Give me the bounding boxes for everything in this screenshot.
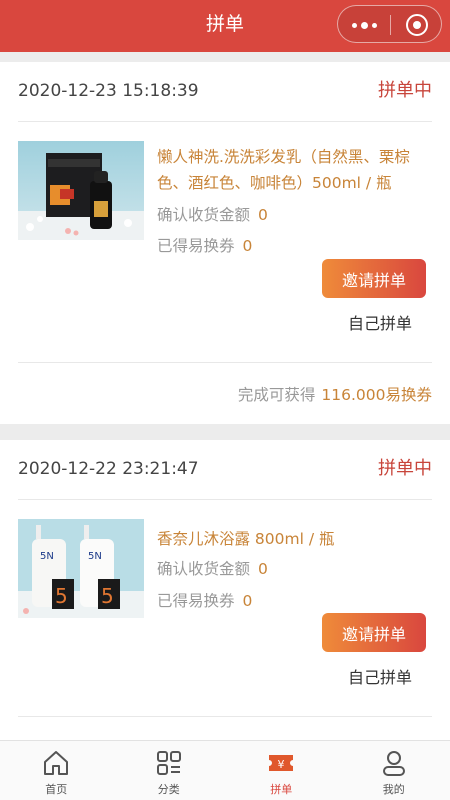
order-card: 2020-12-22 23:21:47 拼单中 5N 5N 5 5 香奈儿沐浴露… [0, 440, 450, 740]
order-card: 2020-12-23 15:18:39 拼单中 懒人神洗.洗洗彩发乳（自然黑、栗… [0, 62, 450, 424]
tab-label: 首页 [45, 783, 68, 796]
svg-text:¥: ¥ [278, 758, 285, 771]
close-miniprogram-icon[interactable] [391, 6, 443, 44]
svg-text:5: 5 [101, 584, 114, 608]
confirm-amount-label: 确认收货金额 [157, 560, 251, 578]
order-time: 2020-12-22 23:21:47 [18, 459, 199, 479]
top-nav-bar: 拼单 [0, 0, 450, 52]
earned-coupons-value: 0 [242, 237, 253, 255]
product-image[interactable] [18, 141, 144, 240]
self-group-button[interactable]: 自己拼单 [330, 312, 430, 336]
more-icon[interactable] [338, 6, 390, 44]
tab-label: 拼单 [270, 783, 293, 796]
confirm-amount-value: 0 [258, 206, 268, 224]
tab-category[interactable]: 分类 [113, 741, 226, 800]
svg-text:5N: 5N [40, 551, 54, 562]
tab-label: 分类 [157, 783, 180, 796]
reward-label: 完成可获得 [237, 386, 316, 404]
order-time: 2020-12-23 15:18:39 [18, 81, 199, 101]
earned-coupons-label: 已得易换券 [157, 592, 235, 610]
product-name[interactable]: 懒人神洗.洗洗彩发乳（自然黑、栗棕色、酒红色、咖啡色）500ml / 瓶 [157, 144, 435, 196]
order-header: 2020-12-22 23:21:47 拼单中 [0, 440, 450, 496]
earned-coupons: 已得易换券 0 [157, 235, 252, 257]
product-name[interactable]: 香奈儿沐浴露 800ml / 瓶 [157, 526, 435, 552]
confirm-amount: 确认收货金额 0 [157, 204, 268, 226]
confirm-amount-label: 确认收货金额 [157, 206, 251, 224]
miniprogram-capsule [337, 5, 442, 43]
category-icon [156, 751, 181, 775]
reward-info: 完成可获得 116.000易换券 [238, 384, 432, 406]
reward-value: 116.000易换券 [321, 386, 432, 404]
bottom-tab-bar: 首页 分类 ¥ 拼单 我的 [0, 740, 450, 800]
confirm-amount: 确认收货金额 0 [157, 558, 268, 580]
invite-group-button[interactable]: 邀请拼单 [322, 259, 426, 298]
tab-profile[interactable]: 我的 [338, 741, 450, 800]
product-image[interactable]: 5N 5N 5 5 [18, 519, 144, 618]
svg-text:5N: 5N [88, 551, 102, 562]
order-status: 拼单中 [378, 458, 432, 479]
user-icon [382, 751, 405, 776]
confirm-amount-value: 0 [258, 560, 268, 578]
group-ticket-icon: ¥ [269, 755, 294, 771]
invite-group-button[interactable]: 邀请拼单 [322, 613, 426, 652]
earned-coupons: 已得易换券 0 [157, 590, 252, 612]
tab-home[interactable]: 首页 [0, 741, 113, 800]
home-icon [44, 751, 69, 775]
order-header: 2020-12-23 15:18:39 拼单中 [0, 62, 450, 118]
tab-group[interactable]: ¥ 拼单 [225, 741, 338, 800]
order-status: 拼单中 [378, 80, 432, 101]
tab-label: 我的 [382, 783, 405, 796]
svg-text:5: 5 [55, 584, 68, 608]
earned-coupons-label: 已得易换券 [157, 237, 235, 255]
self-group-button[interactable]: 自己拼单 [330, 666, 430, 690]
earned-coupons-value: 0 [242, 592, 253, 610]
